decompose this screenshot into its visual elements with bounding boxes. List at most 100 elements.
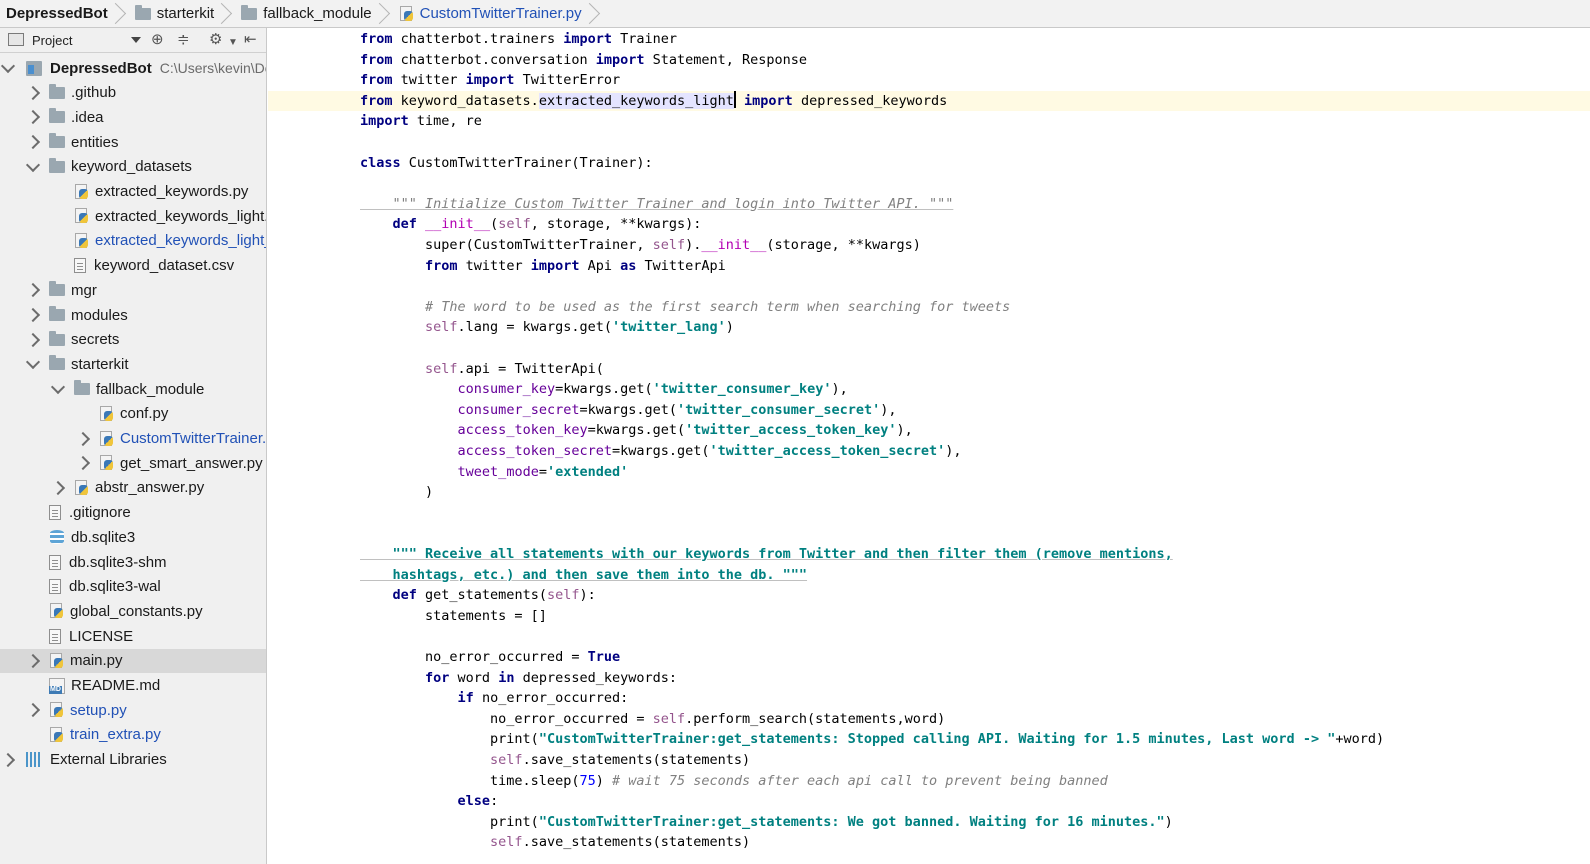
code-editor[interactable]: from chatterbot.trainers import Trainer f… [268, 28, 1590, 864]
chevron-down-icon[interactable] [25, 157, 41, 172]
code-line[interactable] [268, 338, 1590, 359]
tree-item[interactable]: keyword_dataset.csv [0, 254, 266, 278]
tree-item[interactable]: extracted_keywords_light_ [0, 229, 266, 253]
chevron-right-icon[interactable] [25, 85, 41, 100]
tree-item[interactable]: .idea [0, 105, 266, 129]
tree-item[interactable]: db.sqlite3 [0, 525, 266, 549]
code-line[interactable]: class CustomTwitterTrainer(Trainer): [268, 153, 1590, 174]
gear-dropdown-icon[interactable]: ▼ [228, 35, 238, 51]
code-line[interactable]: time.sleep(75) # wait 75 seconds after e… [268, 771, 1590, 792]
tree-item[interactable]: setup.py [0, 698, 266, 722]
unknown-file-icon [49, 579, 61, 595]
chevron-down-icon[interactable] [50, 380, 66, 395]
crosshair-icon[interactable]: ⊕ [151, 32, 164, 48]
chevron-right-icon[interactable] [25, 283, 41, 298]
breadcrumb-item[interactable]: CustomTwitterTrainer.py [393, 0, 603, 28]
code-line[interactable]: else: [268, 791, 1590, 812]
tree-item[interactable]: modules [0, 303, 266, 327]
code-line[interactable]: from twitter import Api as TwitterApi [268, 256, 1590, 277]
breadcrumb-item[interactable]: DepressedBot [0, 0, 129, 28]
code-line[interactable]: super(CustomTwitterTrainer, self).__init… [268, 235, 1590, 256]
code-line[interactable]: print("CustomTwitterTrainer:get_statemen… [268, 729, 1590, 750]
code-line[interactable] [268, 132, 1590, 153]
chevron-right-icon[interactable] [50, 480, 66, 495]
tree-item[interactable]: LICENSE [0, 624, 266, 648]
code-line[interactable]: self.save_statements(statements) [268, 750, 1590, 771]
code-line[interactable]: from chatterbot.trainers import Trainer [268, 29, 1590, 50]
tree-item[interactable]: README.md [0, 674, 266, 698]
tree-item[interactable]: main.py [0, 648, 266, 673]
breadcrumb-item[interactable]: starterkit [129, 0, 236, 28]
tree-item[interactable]: keyword_datasets [0, 155, 266, 179]
tree-item[interactable]: .gitignore [0, 501, 266, 525]
code-line[interactable]: """ Receive all statements with our keyw… [268, 544, 1590, 565]
collapse-all-icon[interactable]: ≑ [177, 32, 190, 48]
chevron-right-icon[interactable] [75, 456, 91, 471]
tree-item[interactable]: extracted_keywords_light. [0, 204, 266, 228]
tree-item[interactable]: CustomTwitterTrainer. [0, 427, 266, 451]
code-line[interactable] [268, 276, 1590, 297]
code-line[interactable]: self.save_statements(statements) [268, 832, 1590, 853]
code-line[interactable]: from twitter import TwitterError [268, 70, 1590, 91]
code-line[interactable]: def get_statements(self): [268, 585, 1590, 606]
code-line[interactable]: access_token_key=kwargs.get('twitter_acc… [268, 420, 1590, 441]
tree-item[interactable]: starterkit [0, 352, 266, 376]
tree-item[interactable]: mgr [0, 278, 266, 302]
code-line[interactable]: access_token_secret=kwargs.get('twitter_… [268, 441, 1590, 462]
chevron-right-icon[interactable] [25, 332, 41, 347]
code-line[interactable]: print("CustomTwitterTrainer:get_statemen… [268, 812, 1590, 833]
chevron-right-icon[interactable] [25, 653, 41, 668]
tree-item[interactable]: db.sqlite3-wal [0, 575, 266, 599]
code-line[interactable]: def __init__(self, storage, **kwargs): [268, 214, 1590, 235]
code-line[interactable]: no_error_occurred = True [268, 647, 1590, 668]
code-line[interactable]: consumer_key=kwargs.get('twitter_consume… [268, 379, 1590, 400]
code-line[interactable]: ) [268, 482, 1590, 503]
code-line[interactable]: hashtags, etc.) and then save them into … [268, 565, 1590, 586]
tree-item[interactable]: abstr_answer.py [0, 476, 266, 500]
chevron-down-icon[interactable] [0, 58, 16, 74]
tree-item[interactable]: get_smart_answer.py [0, 451, 266, 475]
code-line[interactable]: from keyword_datasets.extracted_keywords… [268, 90, 1590, 112]
code-line[interactable]: no_error_occurred = self.perform_search(… [268, 709, 1590, 730]
code-line[interactable]: consumer_secret=kwargs.get('twitter_cons… [268, 400, 1590, 421]
tree-item[interactable]: extracted_keywords.py [0, 180, 266, 204]
code-line[interactable]: """ Initialize Custom Twitter Trainer an… [268, 194, 1590, 215]
chevron-right-icon[interactable] [25, 703, 41, 718]
tree-item-label: .idea [71, 108, 104, 126]
code-line[interactable] [268, 626, 1590, 647]
code-line[interactable]: self.api = TwitterApi( [268, 359, 1590, 380]
tree-item[interactable]: External Libraries [0, 748, 266, 772]
code-line[interactable]: # The word to be used as the first searc… [268, 297, 1590, 318]
code-line[interactable]: import time, re [268, 111, 1590, 132]
tree-item[interactable]: global_constants.py [0, 599, 266, 623]
hide-panel-icon[interactable]: ⇤ [244, 32, 257, 48]
folder-icon [49, 330, 65, 346]
gear-icon[interactable]: ⚙ [209, 32, 222, 48]
code-line[interactable]: statements = [] [268, 606, 1590, 627]
chevron-right-icon[interactable] [25, 110, 41, 125]
code-line[interactable]: from chatterbot.conversation import Stat… [268, 50, 1590, 71]
code-line[interactable] [268, 173, 1590, 194]
tree-item[interactable]: db.sqlite3-shm [0, 550, 266, 574]
code-line[interactable] [268, 523, 1590, 544]
tree-item[interactable]: fallback_module [0, 377, 266, 401]
breadcrumb-item[interactable]: fallback_module [235, 0, 392, 28]
tree-item[interactable]: secrets [0, 328, 266, 352]
code-line[interactable]: self.lang = kwargs.get('twitter_lang') [268, 317, 1590, 338]
code-line[interactable]: tweet_mode='extended' [268, 462, 1590, 483]
tree-item[interactable]: .github [0, 81, 266, 105]
tree-item[interactable]: entities [0, 130, 266, 154]
chevron-right-icon[interactable] [0, 752, 16, 767]
chevron-right-icon[interactable] [25, 307, 41, 323]
chevron-down-icon[interactable] [25, 355, 41, 370]
code-line[interactable]: if no_error_occurred: [268, 688, 1590, 709]
chevron-right-icon[interactable] [75, 431, 91, 446]
tree-item[interactable]: DepressedBot C:\Users\kevin\De [0, 56, 266, 80]
chevron-right-icon[interactable] [25, 135, 41, 150]
chevron-down-icon[interactable] [131, 37, 141, 43]
project-view-selector[interactable]: Project [32, 33, 72, 48]
tree-item[interactable]: conf.py [0, 402, 266, 426]
code-line[interactable] [268, 503, 1590, 524]
code-line[interactable]: for word in depressed_keywords: [268, 668, 1590, 689]
tree-item[interactable]: train_extra.py [0, 723, 266, 747]
